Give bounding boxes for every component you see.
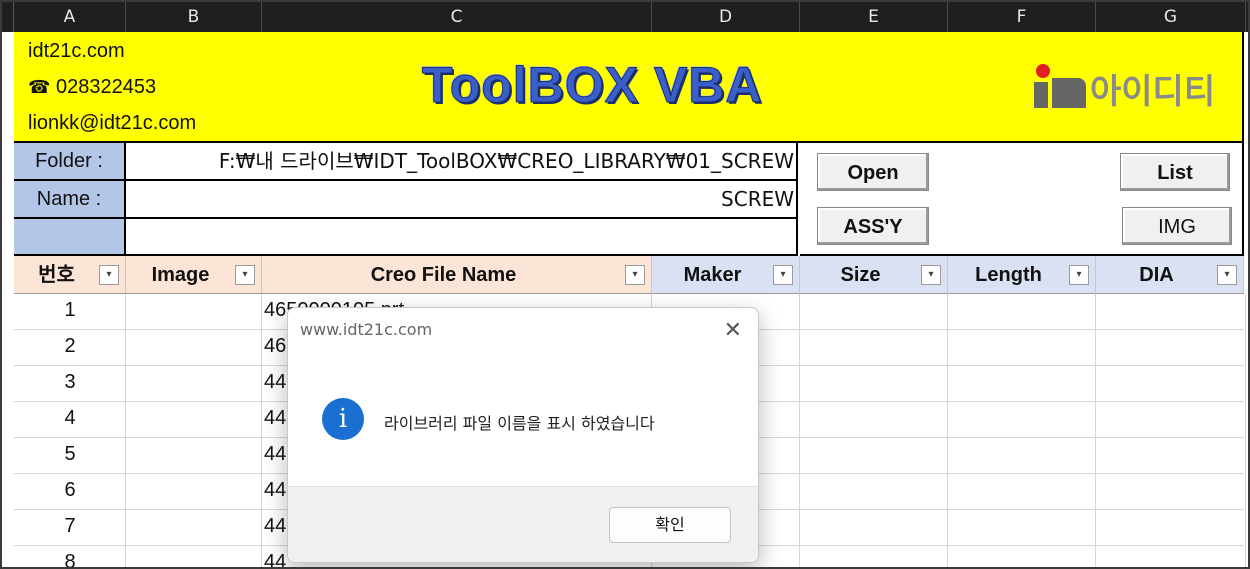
- blank-label-cell: [14, 219, 126, 256]
- header-number: 번호 ▾: [14, 256, 126, 294]
- header-image: Image ▾: [126, 256, 262, 294]
- logo-text: 아이디티: [1090, 72, 1216, 112]
- filter-dropdown-icon[interactable]: ▾: [99, 265, 119, 285]
- header-length-label: Length: [975, 264, 1042, 286]
- folder-path-cell[interactable]: F:₩내 드라이브₩IDT_ToolBOX₩CREO_LIBRARY₩01_SC…: [126, 143, 798, 181]
- info-icon: i: [322, 398, 364, 440]
- filter-dropdown-icon[interactable]: ▾: [235, 265, 255, 285]
- header-maker: Maker ▾: [652, 256, 800, 294]
- website-text: idt21c.com: [28, 40, 125, 62]
- column-header-c[interactable]: C: [262, 2, 652, 32]
- company-logo: 아이디티: [1032, 56, 1232, 116]
- creo-file-name-cell[interactable]: 44: [264, 479, 286, 502]
- header-maker-label: Maker: [683, 264, 742, 286]
- filter-dropdown-icon[interactable]: ▾: [625, 265, 645, 285]
- column-header-d[interactable]: D: [652, 2, 800, 32]
- header-dia-label: DIA: [1139, 264, 1174, 286]
- close-icon[interactable]: ✕: [724, 318, 742, 343]
- row-number: 6: [64, 479, 76, 501]
- column-header-bar: A B C D E F G: [2, 2, 1248, 32]
- name-value-cell[interactable]: SCREW: [126, 181, 798, 219]
- ok-button[interactable]: 확인: [609, 507, 731, 543]
- phone-icon: ☎: [28, 77, 51, 97]
- dialog-title: www.idt21c.com: [300, 320, 433, 339]
- banner-title: ToolBOX VBA: [422, 57, 763, 114]
- dialog-message: 라이브러리 파일 이름을 표시 하였습니다: [384, 414, 655, 433]
- row-number: 7: [64, 515, 76, 537]
- filter-dropdown-icon[interactable]: ▾: [1069, 265, 1089, 285]
- dialog-body: i 라이브러리 파일 이름을 표시 하였습니다: [288, 352, 758, 486]
- filter-dropdown-icon[interactable]: ▾: [921, 265, 941, 285]
- header-creo-file-name: Creo File Name ▾: [262, 256, 652, 294]
- creo-file-name-cell[interactable]: 44: [264, 443, 286, 466]
- header-size-label: Size: [840, 264, 881, 286]
- row-number: 8: [64, 551, 76, 569]
- phone-line: ☎ 028322453: [28, 76, 156, 99]
- row-number: 3: [64, 371, 76, 393]
- spreadsheet-window: A B C D E F G idt21c.com ☎ 028322453 lio…: [0, 0, 1250, 569]
- folder-label: Folder :: [14, 143, 126, 181]
- open-button[interactable]: Open: [817, 153, 929, 191]
- row-number: 1: [64, 299, 76, 321]
- logo-mark: [1032, 64, 1088, 108]
- column-header-a[interactable]: A: [14, 2, 126, 32]
- header-banner: idt21c.com ☎ 028322453 lionkk@idt21c.com…: [14, 32, 1244, 143]
- assy-button[interactable]: ASS'Y: [817, 207, 929, 245]
- header-size: Size ▾: [800, 256, 948, 294]
- header-creo-file-name-label: Creo File Name: [370, 264, 517, 286]
- message-dialog: www.idt21c.com ✕ i 라이브러리 파일 이름을 표시 하였습니다…: [287, 307, 759, 563]
- phone-text: 028322453: [55, 76, 157, 98]
- creo-file-name-cell[interactable]: 44: [264, 407, 286, 430]
- header-dia: DIA ▾: [1096, 256, 1244, 294]
- filter-dropdown-icon[interactable]: ▾: [773, 265, 793, 285]
- img-button[interactable]: IMG: [1122, 207, 1232, 245]
- blank-value-cell[interactable]: [126, 219, 798, 256]
- creo-file-name-cell[interactable]: 46: [264, 335, 286, 358]
- column-header-f[interactable]: F: [948, 2, 1096, 32]
- filter-dropdown-icon[interactable]: ▾: [1217, 265, 1237, 285]
- creo-file-name-cell[interactable]: 44: [264, 515, 286, 538]
- row-number: 5: [64, 443, 76, 465]
- column-header-b[interactable]: B: [126, 2, 262, 32]
- header-length: Length ▾: [948, 256, 1096, 294]
- email-text: lionkk@idt21c.com: [28, 112, 197, 134]
- row-number: 4: [64, 407, 76, 429]
- creo-file-name-cell[interactable]: 44: [264, 551, 286, 567]
- select-all-corner[interactable]: [2, 2, 14, 32]
- header-number-label: 번호: [38, 264, 75, 286]
- creo-file-name-cell[interactable]: 44: [264, 371, 286, 394]
- list-button[interactable]: List: [1120, 153, 1230, 191]
- dialog-footer: 확인: [288, 486, 758, 562]
- header-image-label: Image: [151, 264, 210, 286]
- row-number: 2: [64, 335, 76, 357]
- name-label: Name :: [14, 181, 126, 219]
- column-header-g[interactable]: G: [1096, 2, 1246, 32]
- column-header-e[interactable]: E: [800, 2, 948, 32]
